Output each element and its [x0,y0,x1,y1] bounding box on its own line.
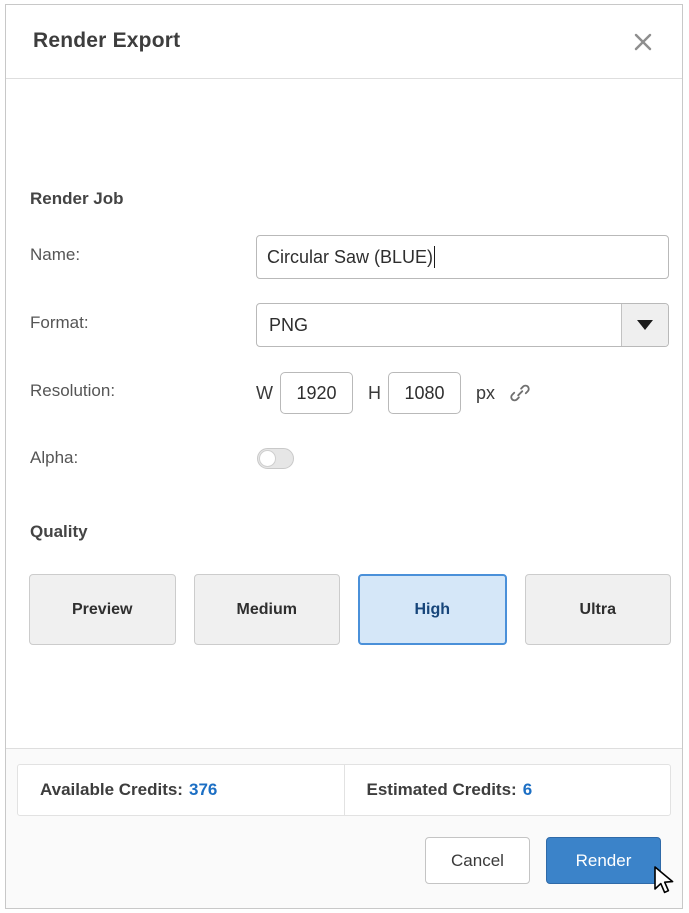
resolution-row: W 1920 H 1080 px [256,371,531,415]
name-label: Name: [30,245,81,264]
alpha-toggle-knob [259,450,276,467]
render-job-section-title: Render Job [30,189,124,208]
quality-options: Preview Medium High Ultra [29,574,671,645]
chevron-down-icon[interactable] [621,304,668,346]
name-input-value: Circular Saw (BLUE) [267,246,434,267]
quality-option-medium[interactable]: Medium [193,574,340,645]
estimated-credits: Estimated Credits: 6 [343,765,671,815]
resolution-unit-label: px [476,382,496,403]
quality-option-ultra[interactable]: Ultra [524,574,671,645]
resolution-label: Resolution: [30,381,116,400]
alpha-label: Alpha: [30,448,79,467]
format-selected-value: PNG [269,314,309,335]
height-input[interactable]: 1080 [388,372,461,414]
cancel-button[interactable]: Cancel [425,837,530,884]
available-credits-value: 376 [188,780,218,799]
credits-panel: Available Credits: 376 Estimated Credits… [17,764,671,816]
chevron-down-glyph [637,320,653,330]
name-input[interactable]: Circular Saw (BLUE) [256,235,669,279]
height-axis-label: H [368,382,381,403]
text-caret [434,246,436,268]
width-axis-label: W [256,382,273,403]
render-button[interactable]: Render [546,837,661,884]
quality-option-preview[interactable]: Preview [29,574,176,645]
render-export-dialog: Render Export Render Job Name: Circular … [5,4,683,909]
dialog-titlebar: Render Export [6,5,682,79]
available-credits-label: Available Credits: [40,780,183,799]
dialog-body: Render Job Name: Circular Saw (BLUE) For… [6,79,682,748]
quality-option-high[interactable]: High [358,574,507,645]
estimated-credits-value: 6 [522,780,533,799]
quality-section-title: Quality [30,522,88,541]
available-credits: Available Credits: 376 [18,765,344,815]
close-icon[interactable] [628,27,658,57]
alpha-toggle[interactable] [257,448,294,469]
dialog-title: Render Export [33,29,181,52]
format-label: Format: [30,313,89,332]
dialog-actions: Cancel Render [425,837,661,884]
link-icon[interactable] [509,382,531,404]
dialog-footer: Available Credits: 376 Estimated Credits… [6,748,682,908]
estimated-credits-label: Estimated Credits: [366,780,517,799]
format-select[interactable]: PNG [256,303,669,347]
width-input[interactable]: 1920 [280,372,353,414]
